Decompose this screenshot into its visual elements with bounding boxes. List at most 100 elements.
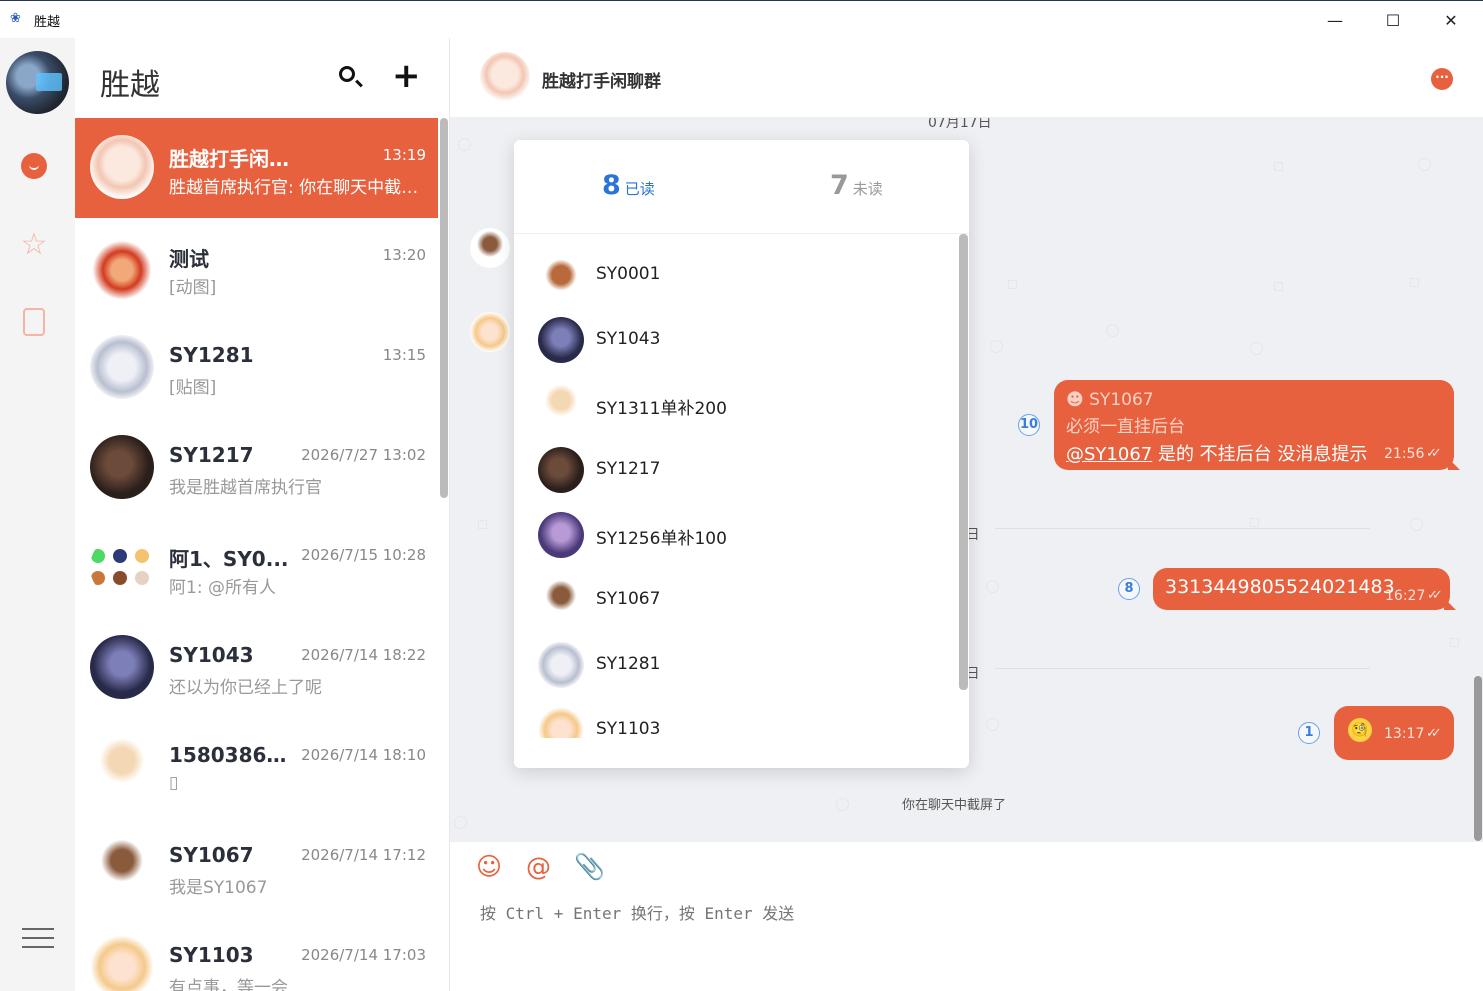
- avatar: [90, 135, 154, 199]
- conversation-time: 2026/7/14 18:10: [301, 746, 426, 764]
- conversation-preview: 还以为你已经上了呢: [169, 678, 322, 698]
- conversation-name: SY1217: [169, 443, 254, 467]
- conversation-name: SY1103: [169, 943, 254, 967]
- avatar: [538, 512, 584, 558]
- message-bubble[interactable]: ☻ SY1067 必须一直挂后台 @SY1067 是的 不挂后台 没消息提示 2…: [1054, 380, 1460, 470]
- more-options-icon[interactable]: ···: [1431, 68, 1453, 90]
- composer: ☺ @ 📎: [450, 842, 1483, 991]
- tab-unread[interactable]: 7 未读: [830, 170, 883, 201]
- chat-avatar[interactable]: [480, 52, 530, 102]
- conversation-item[interactable]: SY1103 2026/7/14 17:03 有点事，等一会: [75, 918, 438, 991]
- conversation-preview: 有点事，等一会: [169, 978, 288, 991]
- message-time: 13:17: [1384, 726, 1425, 742]
- conversation-name: 胜越打手闲聊群: [169, 147, 289, 171]
- conversation-time: 2026/7/14 17:03: [301, 946, 426, 964]
- conversation-scrollbar[interactable]: [440, 118, 448, 498]
- app-logo-icon: ❀: [10, 11, 21, 26]
- conversation-name: 测试: [169, 247, 209, 271]
- reader-list: SY0001 SY1043 SY1311单补200 SY1217 SY1256单…: [514, 252, 954, 738]
- maximize-button[interactable]: ☐: [1364, 1, 1422, 39]
- document-icon[interactable]: [18, 306, 50, 338]
- reader-name: SY1217: [596, 459, 661, 479]
- message-bubble[interactable]: 3313449805524021483 16:27 ✓✓: [1153, 568, 1456, 610]
- reader-item[interactable]: SY1256单补100: [514, 512, 954, 577]
- conversation-preview: 我是SY1067: [169, 878, 268, 898]
- unread-count: 7: [830, 170, 849, 201]
- conversation-time: 13:19: [382, 146, 426, 164]
- conversation-name: SY1067: [169, 843, 254, 867]
- read-label: 已读: [624, 180, 655, 198]
- separator-line: [995, 668, 1370, 669]
- avatar: [538, 317, 584, 363]
- my-avatar[interactable]: [6, 51, 69, 114]
- conversation-item[interactable]: 阿1、SY0... 2026/7/15 10:28 阿1: @所有人: [75, 518, 438, 618]
- reader-name: SY1067: [596, 589, 661, 609]
- tab-read[interactable]: 8 已读: [602, 170, 655, 201]
- read-count-badge[interactable]: 1: [1298, 722, 1320, 744]
- quoted-sender: ☻ SY1067: [1066, 390, 1154, 410]
- chat-header: 胜越打手闲聊群 ···: [450, 38, 1483, 118]
- reader-item[interactable]: SY1281: [514, 642, 954, 707]
- add-icon[interactable]: +: [392, 56, 421, 96]
- monocle-face-emoji: 🧐: [1348, 718, 1372, 742]
- close-button[interactable]: ✕: [1422, 1, 1480, 39]
- conversation-item[interactable]: 测试 13:20 [动图]: [75, 218, 438, 318]
- conversation-time: 2026/7/14 18:22: [301, 646, 426, 664]
- chat-title: 胜越打手闲聊群: [542, 72, 661, 92]
- reader-item[interactable]: SY1103: [514, 707, 954, 738]
- reader-item[interactable]: SY1311单补200: [514, 382, 954, 447]
- double-check-icon: ✓✓: [1426, 446, 1442, 461]
- conversation-preview: 我是胜越首席执行官: [169, 478, 322, 498]
- reader-name: SY1311单补200: [596, 399, 727, 419]
- attachment-icon[interactable]: 📎: [574, 852, 605, 882]
- chat-scrollbar[interactable]: [1474, 676, 1482, 841]
- conversation-time: 13:15: [382, 346, 426, 364]
- read-count: 8: [602, 170, 621, 201]
- conversation-time: 2026/7/27 13:02: [301, 446, 426, 464]
- conversation-item[interactable]: SY1067 2026/7/14 17:12 我是SY1067: [75, 818, 438, 918]
- conversation-time: 13:20: [382, 246, 426, 264]
- avatar: [538, 447, 584, 493]
- conversation-item[interactable]: 胜越打手闲聊群 13:19 胜越首席执行官: 你在聊天中截屏了: [75, 118, 438, 218]
- minimize-button[interactable]: —: [1306, 1, 1364, 39]
- reader-list-scrollbar[interactable]: [959, 234, 968, 690]
- read-count-badge[interactable]: 10: [1018, 414, 1040, 436]
- conversation-item[interactable]: SY1281 13:15 [贴图]: [75, 318, 438, 418]
- conversation-item[interactable]: SY1217 2026/7/27 13:02 我是胜越首席执行官: [75, 418, 438, 518]
- read-count-badge[interactable]: 8: [1118, 578, 1140, 600]
- avatar: [538, 642, 584, 688]
- sender-avatar[interactable]: [470, 312, 510, 352]
- receipt-tabs: 8 已读 7 未读: [514, 140, 969, 234]
- avatar: [538, 252, 584, 298]
- reader-name: SY1281: [596, 654, 661, 674]
- chat-bubble-icon[interactable]: [18, 150, 50, 182]
- message-input[interactable]: [480, 900, 1460, 980]
- conversation-item[interactable]: 1580386... 2026/7/14 18:10 ▯: [75, 718, 438, 818]
- reader-item[interactable]: SY1043: [514, 317, 954, 382]
- sender-avatar[interactable]: [470, 228, 510, 268]
- message-time: 16:27: [1385, 588, 1426, 604]
- conversation-preview: [动图]: [169, 278, 217, 298]
- reader-item[interactable]: SY1067: [514, 577, 954, 642]
- reader-name: SY1043: [596, 329, 661, 349]
- star-icon[interactable]: ☆: [18, 227, 50, 262]
- message-bubble[interactable]: 🧐 13:17 ✓✓: [1334, 706, 1454, 760]
- conversation-time: 2026/7/15 10:28: [301, 546, 426, 564]
- conversation-name: 阿1、SY0...: [169, 547, 289, 571]
- nav-rail: ☆: [0, 38, 75, 991]
- reader-name: SY1256单补100: [596, 529, 727, 549]
- menu-icon[interactable]: [22, 928, 54, 950]
- avatar: [538, 382, 584, 428]
- at-icon[interactable]: @: [526, 852, 551, 881]
- reader-item[interactable]: SY0001: [514, 252, 954, 317]
- conversation-time: 2026/7/14 17:12: [301, 846, 426, 864]
- avatar: [538, 707, 584, 738]
- mention-link[interactable]: @SY1067: [1066, 444, 1152, 465]
- conversation-item[interactable]: SY1043 2026/7/14 18:22 还以为你已经上了呢: [75, 618, 438, 718]
- panel-title: 胜越: [100, 68, 160, 103]
- group-avatar: [90, 535, 154, 599]
- read-receipt-popup: 8 已读 7 未读 SY0001 SY1043 SY1311单补200 SY1217…: [514, 140, 969, 768]
- emoji-icon[interactable]: ☺: [476, 852, 502, 881]
- reader-item[interactable]: SY1217: [514, 447, 954, 512]
- search-icon[interactable]: [337, 64, 363, 90]
